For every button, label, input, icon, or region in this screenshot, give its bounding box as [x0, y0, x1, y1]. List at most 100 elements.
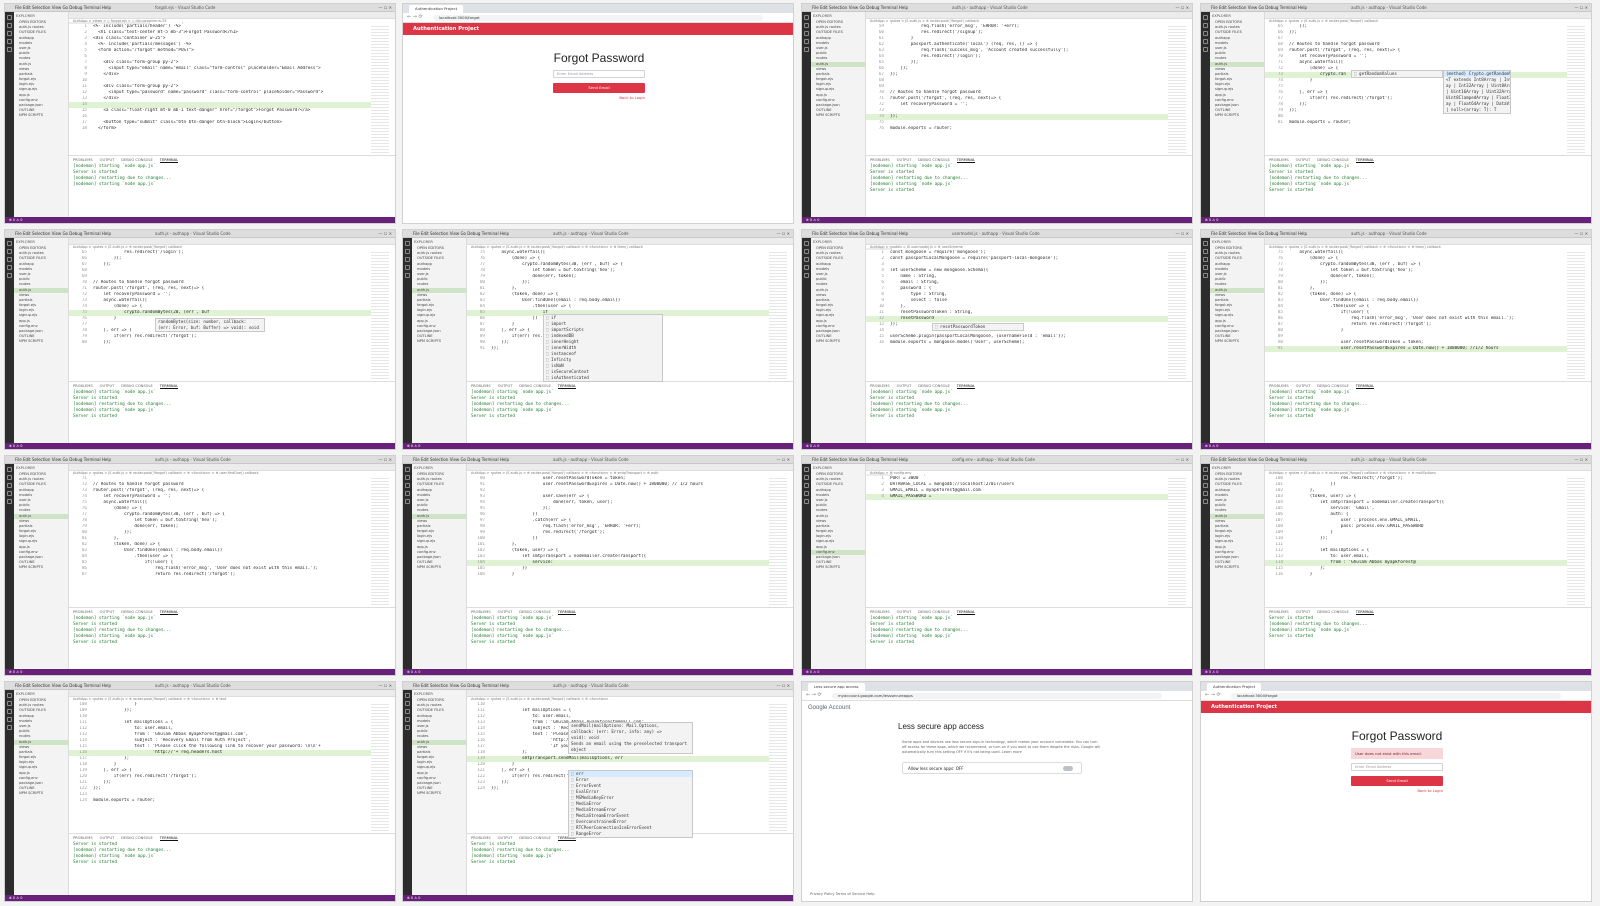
source-control-icon[interactable] — [7, 257, 12, 262]
panel-tab[interactable]: DEBUG CONSOLE — [519, 836, 550, 840]
source-control-icon[interactable] — [7, 709, 12, 714]
window-controls[interactable]: — ☐ ✕ — [1176, 5, 1189, 10]
explorer-icon[interactable] — [405, 693, 410, 698]
search-icon[interactable] — [7, 701, 12, 706]
code-editor[interactable]: 59 req.flash('error_msg', 'ERROR: '+err)… — [866, 24, 1168, 155]
panel-tab[interactable]: DEBUG CONSOLE — [1317, 158, 1348, 162]
debug-icon[interactable] — [1203, 39, 1208, 44]
panel-tab[interactable]: PROBLEMS — [471, 384, 491, 388]
source-control-icon[interactable] — [405, 257, 410, 262]
suggestion-popup[interactable]: sendMail(mailOptions: Mail.Options, callb… — [568, 722, 693, 754]
panel-tab[interactable]: PROBLEMS — [870, 610, 890, 614]
suggestion-item[interactable]: (err: Error, buf: Buffer) => void): void — [156, 325, 264, 331]
menu-bar[interactable]: File Edit Selection View Go Debug Termin… — [15, 231, 111, 236]
footer-links[interactable]: Privacy Policy Terms of Service Help — [810, 892, 875, 896]
menu-bar[interactable]: File Edit Selection View Go Debug Termin… — [15, 683, 111, 688]
panel-tab[interactable]: OUTPUT — [1296, 384, 1311, 388]
sidebar-item[interactable]: NPM SCRIPTS — [412, 339, 466, 344]
sidebar-item[interactable]: NPM SCRIPTS — [412, 565, 466, 570]
code-editor[interactable]: 1 const mongoose = require('mongoose'); 2 c… — [866, 250, 1168, 381]
window-controls[interactable]: — ☐ ✕ — [777, 683, 790, 688]
panel-tab[interactable]: DEBUG CONSOLE — [121, 610, 152, 614]
minimap[interactable] — [769, 250, 787, 381]
panel-tab[interactable]: TERMINAL — [1355, 158, 1375, 163]
minimap[interactable] — [769, 476, 787, 607]
sidebar-item[interactable]: NPM SCRIPTS — [1210, 565, 1264, 570]
terminal-output[interactable]: [nodemon] starting `node app.js` Server i… — [467, 390, 793, 420]
terminal-output[interactable]: [nodemon] starting `node app.js` Server i… — [866, 616, 1192, 646]
window-controls[interactable]: — ☐ ✕ — [1176, 457, 1189, 462]
panel-tab[interactable]: TERMINAL — [557, 610, 577, 615]
explorer-icon[interactable] — [804, 467, 809, 472]
search-icon[interactable] — [405, 701, 410, 706]
panel-tab[interactable]: PROBLEMS — [1269, 610, 1289, 614]
explorer-icon[interactable] — [804, 15, 809, 20]
panel-tab[interactable]: PROBLEMS — [73, 384, 93, 388]
sidebar-item[interactable]: NPM SCRIPTS — [1210, 339, 1264, 344]
explorer-icon[interactable] — [7, 467, 12, 472]
email-input[interactable]: Enter Email Address — [553, 70, 645, 78]
code-editor[interactable]: 71 72 // Routes to handle forgot password 7… — [69, 476, 371, 607]
nav-buttons[interactable]: ← → ⟳ — [1205, 692, 1221, 698]
nav-buttons[interactable]: ← → ⟳ — [806, 692, 822, 698]
menu-bar[interactable]: File Edit Selection View Go Debug Termin… — [1211, 5, 1307, 10]
panel-tab[interactable]: TERMINAL — [956, 158, 976, 163]
debug-icon[interactable] — [405, 491, 410, 496]
debug-icon[interactable] — [7, 39, 12, 44]
panel-tab[interactable]: PROBLEMS — [870, 158, 890, 162]
panel-tab[interactable]: OUTPUT — [100, 836, 115, 840]
panel-tab[interactable]: PROBLEMS — [471, 610, 491, 614]
minimap[interactable] — [1168, 250, 1186, 381]
extensions-icon[interactable] — [7, 47, 12, 52]
debug-icon[interactable] — [804, 39, 809, 44]
sidebar-item[interactable]: NPM SCRIPTS — [14, 791, 68, 796]
source-control-icon[interactable] — [405, 709, 410, 714]
source-control-icon[interactable] — [1203, 483, 1208, 488]
url-field[interactable]: localhost:3000/forgot — [433, 15, 763, 21]
window-controls[interactable]: — ☐ ✕ — [379, 457, 392, 462]
panel-tab[interactable]: PROBLEMS — [73, 836, 93, 840]
terminal-output[interactable]: [nodemon] starting `node app.js` Server i… — [1265, 164, 1591, 194]
menu-bar[interactable]: File Edit Selection View Go Debug Termin… — [15, 457, 111, 462]
minimap[interactable] — [1168, 476, 1186, 607]
search-icon[interactable] — [1203, 249, 1208, 254]
menu-bar[interactable]: File Edit Selection View Go Debug Termin… — [413, 457, 509, 462]
terminal-output[interactable]: [nodemon] starting `node app.js` Server i… — [467, 616, 793, 646]
nav-buttons[interactable]: ← → ⟳ — [407, 14, 423, 20]
explorer-icon[interactable] — [7, 241, 12, 246]
suggestion-popup[interactable]: (method) Crypto.getRandomValue<T extends… — [1443, 70, 1511, 114]
panel-tab[interactable]: TERMINAL — [159, 610, 179, 615]
panel-tab[interactable]: PROBLEMS — [870, 384, 890, 388]
debug-icon[interactable] — [1203, 265, 1208, 270]
window-controls[interactable]: — ☐ ✕ — [1575, 5, 1588, 10]
search-icon[interactable] — [804, 475, 809, 480]
panel-tab[interactable]: OUTPUT — [498, 384, 513, 388]
panel-tab[interactable]: OUTPUT — [100, 384, 115, 388]
suggestion-item[interactable]: ⬚ resetPasswordToken — [933, 324, 1023, 330]
debug-icon[interactable] — [405, 717, 410, 722]
panel-tab[interactable]: PROBLEMS — [73, 610, 93, 614]
suggestion-popup[interactable]: ⬚ err ⬚ Error ⬚ ErrorEvent ⬚ EvalError ⬚ MSM… — [568, 770, 693, 838]
source-control-icon[interactable] — [1203, 31, 1208, 36]
panel-tab[interactable]: DEBUG CONSOLE — [519, 384, 550, 388]
terminal-output[interactable]: [nodemon] starting `node app.js` Server i… — [866, 164, 1192, 194]
minimap[interactable] — [371, 702, 389, 833]
search-icon[interactable] — [7, 249, 12, 254]
minimap[interactable] — [1567, 476, 1585, 607]
panel-tab[interactable]: OUTPUT — [897, 158, 912, 162]
terminal-output[interactable]: Server is started [nodemon] restarting du… — [467, 842, 793, 866]
code-editor[interactable]: 75 async.waterfall([76 (done) => {77 cry… — [1265, 250, 1567, 381]
panel-tab[interactable]: DEBUG CONSOLE — [918, 384, 949, 388]
sidebar-item[interactable]: NPM SCRIPTS — [412, 791, 466, 796]
url-field[interactable]: localhost:3000/forgot — [1231, 693, 1561, 699]
suggestion-item[interactable]: | null>(array: T): T — [1444, 107, 1510, 113]
panel-tab[interactable]: DEBUG CONSOLE — [121, 836, 152, 840]
back-to-login-link[interactable]: Back to Login — [553, 95, 645, 100]
window-controls[interactable]: — ☐ ✕ — [379, 5, 392, 10]
explorer-icon[interactable] — [7, 15, 12, 20]
suggestion-item[interactable]: ⬚ isAuthenticated — [544, 375, 662, 381]
panel-tab[interactable]: OUTPUT — [100, 158, 115, 162]
window-controls[interactable]: — ☐ ✕ — [1575, 457, 1588, 462]
terminal-output[interactable]: [nodemon] starting `node app.js` Server i… — [866, 390, 1192, 420]
panel-tab[interactable]: OUTPUT — [897, 384, 912, 388]
